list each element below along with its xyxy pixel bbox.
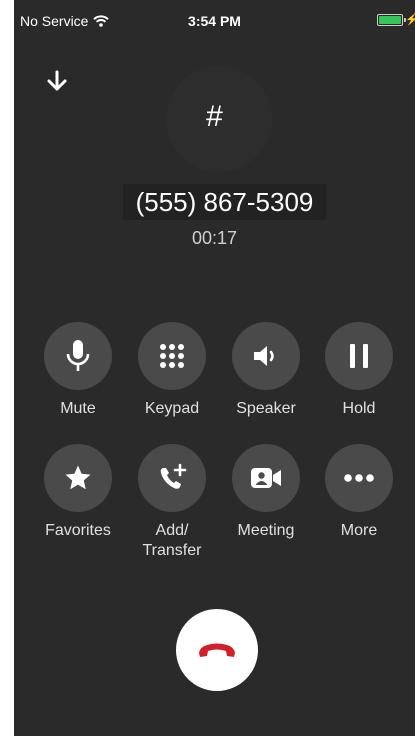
- add-label-line1: Add/: [155, 522, 189, 539]
- add-transfer-control: Add/ Transfer: [127, 444, 217, 561]
- meeting-control: Meeting: [221, 444, 311, 541]
- more-control: More: [314, 444, 404, 541]
- hold-control: Hold: [314, 322, 404, 419]
- clock: 3:54 PM: [188, 13, 241, 29]
- call-duration: 00:17: [191, 228, 238, 248]
- pause-icon: [350, 344, 368, 368]
- battery-level: [379, 16, 401, 24]
- speaker-label: Speaker: [236, 400, 296, 417]
- mute-label: Mute: [60, 400, 96, 417]
- keypad-label: Keypad: [144, 400, 200, 417]
- hold-button[interactable]: [325, 322, 393, 390]
- battery-icon: [377, 14, 406, 26]
- speaker-button[interactable]: [232, 322, 300, 390]
- status-bar: No Service 3:54 PM ⚡: [14, 0, 415, 30]
- avatar-initial: #: [206, 100, 223, 133]
- keypad-grid-icon: [160, 344, 184, 368]
- video-camera-icon: [251, 468, 281, 488]
- microphone-icon: [66, 340, 90, 371]
- star-icon: [65, 465, 91, 490]
- more-button[interactable]: [325, 444, 393, 512]
- add-transfer-button[interactable]: [138, 444, 206, 512]
- keypad-control: Keypad: [127, 322, 217, 419]
- speaker-control: Speaker: [221, 322, 311, 419]
- favorites-button[interactable]: [44, 444, 112, 512]
- meeting-label: Meeting: [237, 522, 295, 539]
- end-call-button[interactable]: [176, 609, 258, 691]
- phone-number: (555) 867-5309: [123, 184, 326, 220]
- screen: No Service 3:54 PM ⚡ # (555) 867-5309 00…: [0, 0, 415, 736]
- keypad-button[interactable]: [138, 322, 206, 390]
- charging-bolt-icon: ⚡: [405, 14, 415, 26]
- hold-label: Hold: [342, 400, 376, 417]
- favorites-label: Favorites: [45, 522, 111, 539]
- call-screen: No Service 3:54 PM ⚡ # (555) 867-5309 00…: [14, 0, 415, 736]
- ellipsis-icon: [344, 474, 374, 482]
- mute-control: Mute: [33, 322, 123, 419]
- favorites-control: Favorites: [33, 444, 123, 541]
- phone-plus-icon: [160, 463, 187, 489]
- hang-up-phone-icon: [199, 643, 235, 657]
- meeting-button[interactable]: [232, 444, 300, 512]
- add-transfer-label: Add/ Transfer: [127, 521, 217, 561]
- more-label: More: [340, 522, 378, 539]
- mute-button[interactable]: [44, 322, 112, 390]
- speaker-icon: [254, 346, 274, 366]
- minimize-arrow-icon[interactable]: [44, 68, 70, 94]
- add-label-line2: Transfer: [142, 542, 202, 559]
